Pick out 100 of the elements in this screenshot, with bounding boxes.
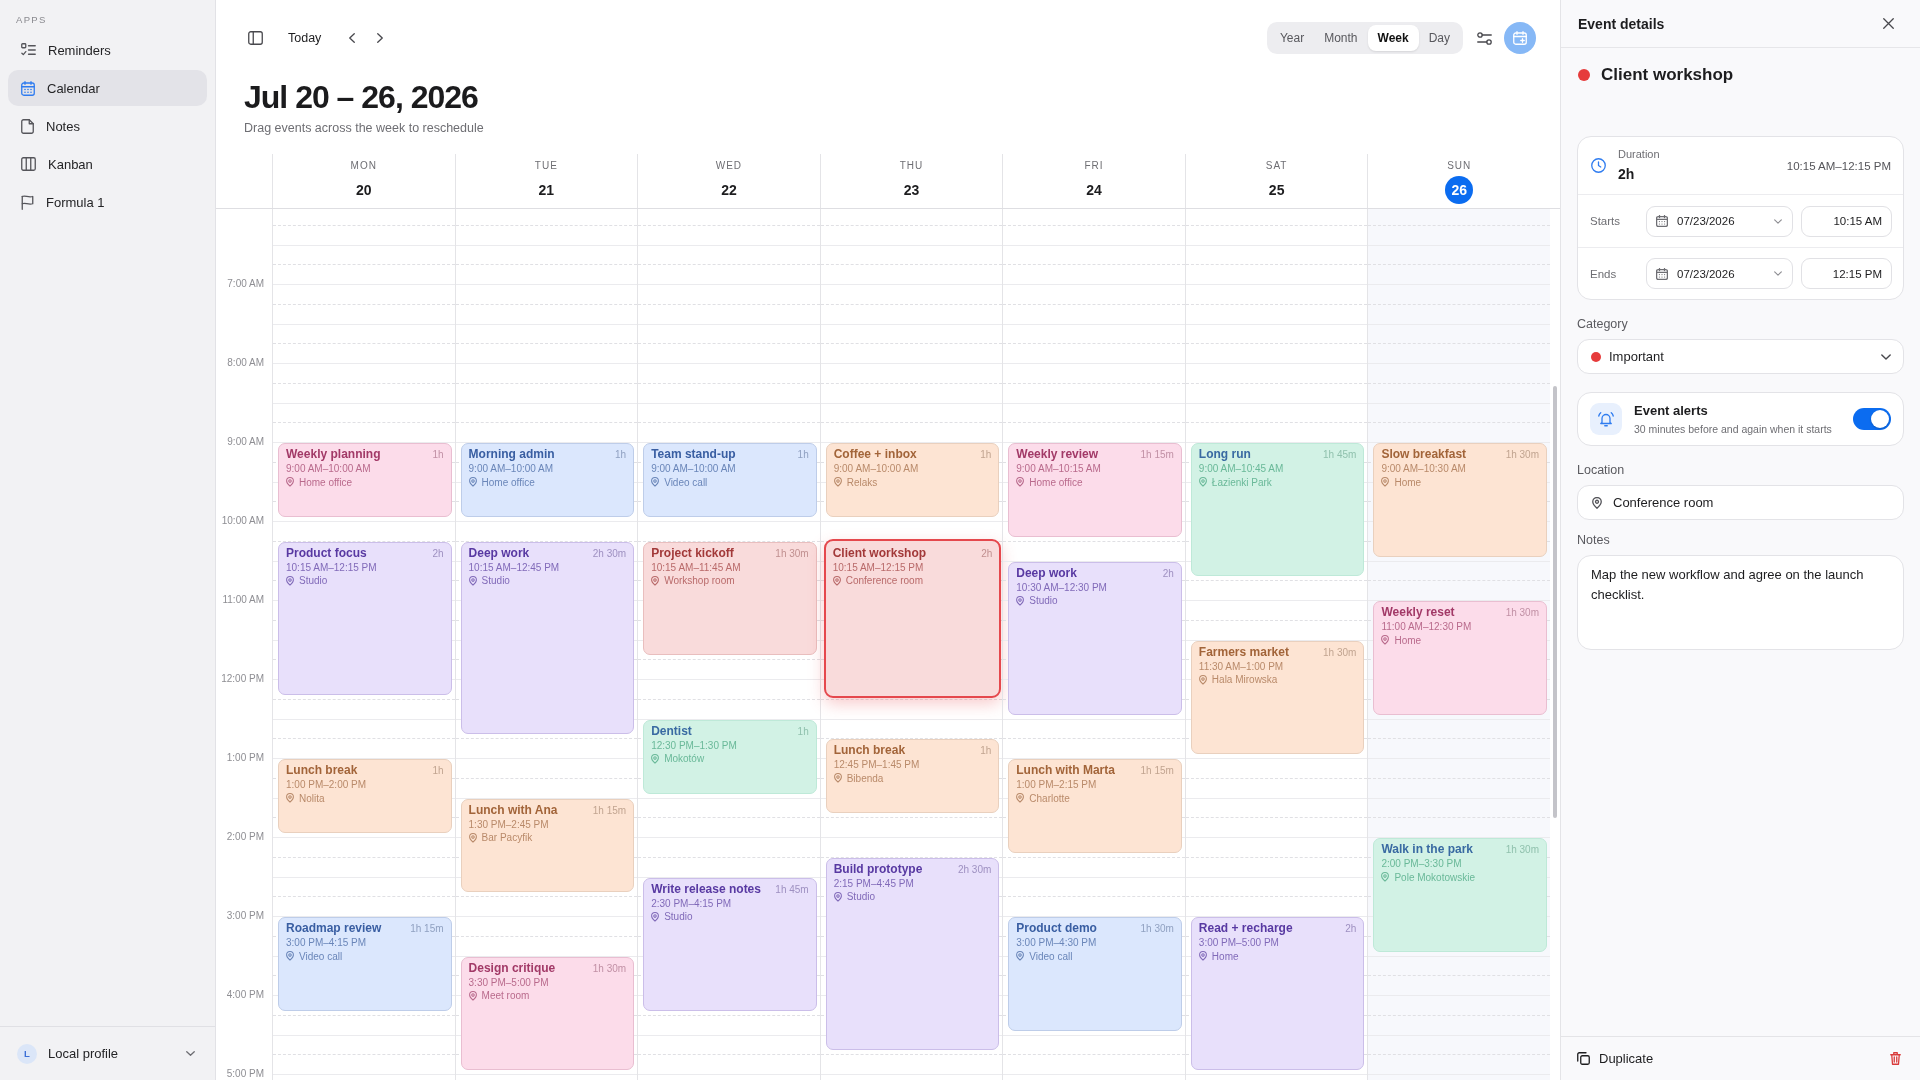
location-pin-icon	[1198, 951, 1207, 961]
sidebar-toggle-button[interactable]	[248, 31, 263, 45]
sidebar-item[interactable]: Calendar	[8, 70, 207, 106]
event-card[interactable]: Weekly planning 1h 9:00 AM–10:00 AM Home office	[278, 443, 452, 517]
location-pin-icon	[833, 773, 842, 784]
filter-button[interactable]	[1477, 31, 1492, 45]
event-duration: 1h	[797, 724, 809, 739]
location-pin-icon	[651, 911, 660, 922]
event-location: Home office	[299, 476, 353, 488]
event-card[interactable]: Project kickoff 1h 30m 10:15 AM–11:45 AM Workshop room	[643, 541, 817, 656]
location-field[interactable]: Conference room	[1577, 485, 1904, 520]
event-card[interactable]: Deep work 2h 30m 10:15 AM–12:45 PM Studio	[460, 541, 635, 735]
sidebar-item[interactable]: Notes	[8, 108, 207, 144]
view-tab[interactable]: Day	[1418, 25, 1460, 51]
event-card[interactable]: Slow breakfast 1h 30m 9:00 AM–10:30 AM Home	[1373, 443, 1547, 557]
event-duration: 1h	[980, 744, 992, 759]
location-pin-icon	[1198, 674, 1207, 685]
event-card[interactable]: Lunch break 1h 12:45 PM–1:45 PM Bibenda	[825, 739, 1000, 814]
notes-field[interactable]: Map the new workflow and agree on the launch checklist.	[1577, 555, 1904, 650]
location-pin-icon	[1016, 477, 1025, 487]
location-pin-icon	[651, 753, 660, 764]
event-card[interactable]: Write release notes 1h 45m 2:30 PM–4:15 PM Studio	[643, 877, 817, 1011]
event-card[interactable]: Morning admin 1h 9:00 AM–10:00 AM Home office	[460, 443, 635, 517]
event-card[interactable]: Roadmap review 1h 15m 3:00 PM–4:15 PM Video call	[278, 917, 452, 1011]
calendar-icon	[21, 80, 35, 96]
event-title: Weekly review	[1016, 447, 1099, 461]
scrollbar-thumb[interactable]	[1553, 386, 1557, 818]
event-location: Home	[1211, 950, 1239, 962]
event-card[interactable]: Client workshop 2h 10:15 AM–12:15 PM Conference room	[823, 538, 1002, 698]
event-card[interactable]: Product focus 2h 10:15 AM–12:15 PM Studio	[278, 541, 452, 695]
event-duration: 1h 15m	[592, 803, 627, 818]
profile-button[interactable]: L Local profile	[17, 1039, 195, 1068]
location-pin-icon	[651, 575, 660, 586]
event-title: Design critique	[468, 960, 556, 975]
date-picker[interactable]: 07/23/2026	[1646, 258, 1793, 289]
event-card[interactable]: Lunch with Marta 1h 15m 1:00 PM–2:15 PM Charlotte	[1008, 759, 1182, 853]
event-time: 9:00 AM–10:30 AM	[1381, 462, 1466, 475]
event-time: 10:30 AM–12:30 PM	[1016, 580, 1107, 594]
event-duration: 1h	[797, 448, 809, 462]
view-tab[interactable]: Month	[1314, 25, 1368, 51]
event-title: Farmers market	[1198, 644, 1289, 659]
field-label: Category	[1577, 316, 1628, 332]
event-card[interactable]: Lunch with Ana 1h 15m 1:30 PM–2:45 PM Bar Pacyfik	[460, 798, 635, 893]
event-location: Video call	[664, 476, 708, 488]
event-card[interactable]: Walk in the park 1h 30m 2:00 PM–3:30 PM Pole Mokotowskie	[1373, 838, 1547, 952]
event-location: Studio	[664, 911, 693, 922]
day-number: 25	[1268, 181, 1285, 200]
event-card[interactable]: Dentist 1h 12:30 PM–1:30 PM Mokotów	[643, 719, 817, 794]
event-card[interactable]: Product demo 1h 30m 3:00 PM–4:30 PM Video call	[1008, 917, 1182, 1031]
event-time: 12:30 PM–1:30 PM	[651, 738, 737, 752]
event-time: 9:00 AM–10:00 AM	[286, 462, 371, 475]
event-duration: 1h 30m	[775, 546, 809, 561]
duplicate-button[interactable]: Duplicate	[1577, 1051, 1654, 1066]
field-label: Notes	[1577, 532, 1610, 548]
event-title: Write release notes	[651, 881, 761, 896]
event-title: Lunch break	[286, 763, 358, 777]
event-card[interactable]: Read + recharge 2h 3:00 PM–5:00 PM Home	[1190, 917, 1365, 1070]
event-card[interactable]: Farmers market 1h 30m 11:30 AM–1:00 PM Hala Mirowska	[1190, 640, 1365, 754]
event-card[interactable]: Design critique 1h 30m 3:30 PM–5:00 PM Meet room	[460, 956, 635, 1070]
event-duration: 1h 15m	[1140, 448, 1174, 462]
checklist-icon	[21, 43, 36, 57]
event-card[interactable]: Team stand-up 1h 9:00 AM–10:00 AM Video call	[643, 443, 817, 517]
event-title: Deep work	[1016, 565, 1077, 580]
event-card[interactable]: Weekly review 1h 15m 9:00 AM–10:15 AM Home office	[1008, 443, 1182, 537]
category-select[interactable]: Important	[1577, 339, 1904, 374]
event-card[interactable]: Weekly reset 1h 30m 11:00 AM–12:30 PM Home	[1373, 601, 1547, 715]
event-time: 11:30 AM–1:00 PM	[1198, 659, 1284, 673]
delete-button[interactable]	[1890, 1052, 1901, 1065]
event-title: Lunch with Marta	[1016, 763, 1115, 777]
time-field[interactable]: 12:15 PM	[1801, 258, 1892, 289]
event-card[interactable]: Lunch break 1h 1:00 PM–2:00 PM Nolita	[278, 759, 452, 833]
date-picker[interactable]: 07/23/2026	[1646, 205, 1793, 237]
event-duration: 1h 30m	[592, 961, 627, 976]
event-duration: 1h 15m	[410, 922, 444, 936]
event-time: 9:00 AM–10:00 AM	[833, 462, 919, 475]
duration-label: Duration	[1618, 148, 1660, 161]
location-pin-icon	[1016, 793, 1025, 803]
event-location: Studio	[299, 575, 328, 587]
toggle-switch[interactable]	[1853, 408, 1891, 430]
event-time: 2:30 PM–4:15 PM	[651, 896, 732, 910]
event-card[interactable]: Deep work 2h 10:30 AM–12:30 PM Studio	[1008, 561, 1182, 715]
event-card[interactable]: Coffee + inbox 1h 9:00 AM–10:00 AM Relaks	[825, 443, 1000, 517]
sidebar-item[interactable]: Kanban	[8, 146, 207, 182]
today-button[interactable]: Today	[280, 25, 330, 51]
time-range: 10:15 AM–12:15 PM	[1786, 159, 1891, 172]
view-tab[interactable]: Week	[1367, 25, 1419, 51]
time-label: 7:00 AM	[227, 278, 264, 290]
view-tab[interactable]: Year	[1269, 25, 1315, 51]
event-card[interactable]: Long run 1h 45m 9:00 AM–10:45 AM Łazienki Park	[1190, 443, 1365, 577]
sidebar-item[interactable]: Formula 1	[8, 184, 207, 220]
event-card[interactable]: Build prototype 2h 30m 2:15 PM–4:45 PM Studio	[825, 857, 1000, 1051]
time-field[interactable]: 10:15 AM	[1801, 205, 1892, 237]
event-duration: 2h	[981, 546, 993, 561]
event-title: Coffee + inbox	[833, 447, 917, 461]
calendar-icon	[1656, 267, 1668, 280]
event-duration: 2h	[1345, 922, 1357, 936]
close-button[interactable]	[1883, 18, 1894, 29]
event-location: Relaks	[846, 476, 878, 488]
sidebar-item[interactable]: Reminders	[8, 32, 207, 68]
time-label: 2:00 PM	[226, 831, 264, 843]
